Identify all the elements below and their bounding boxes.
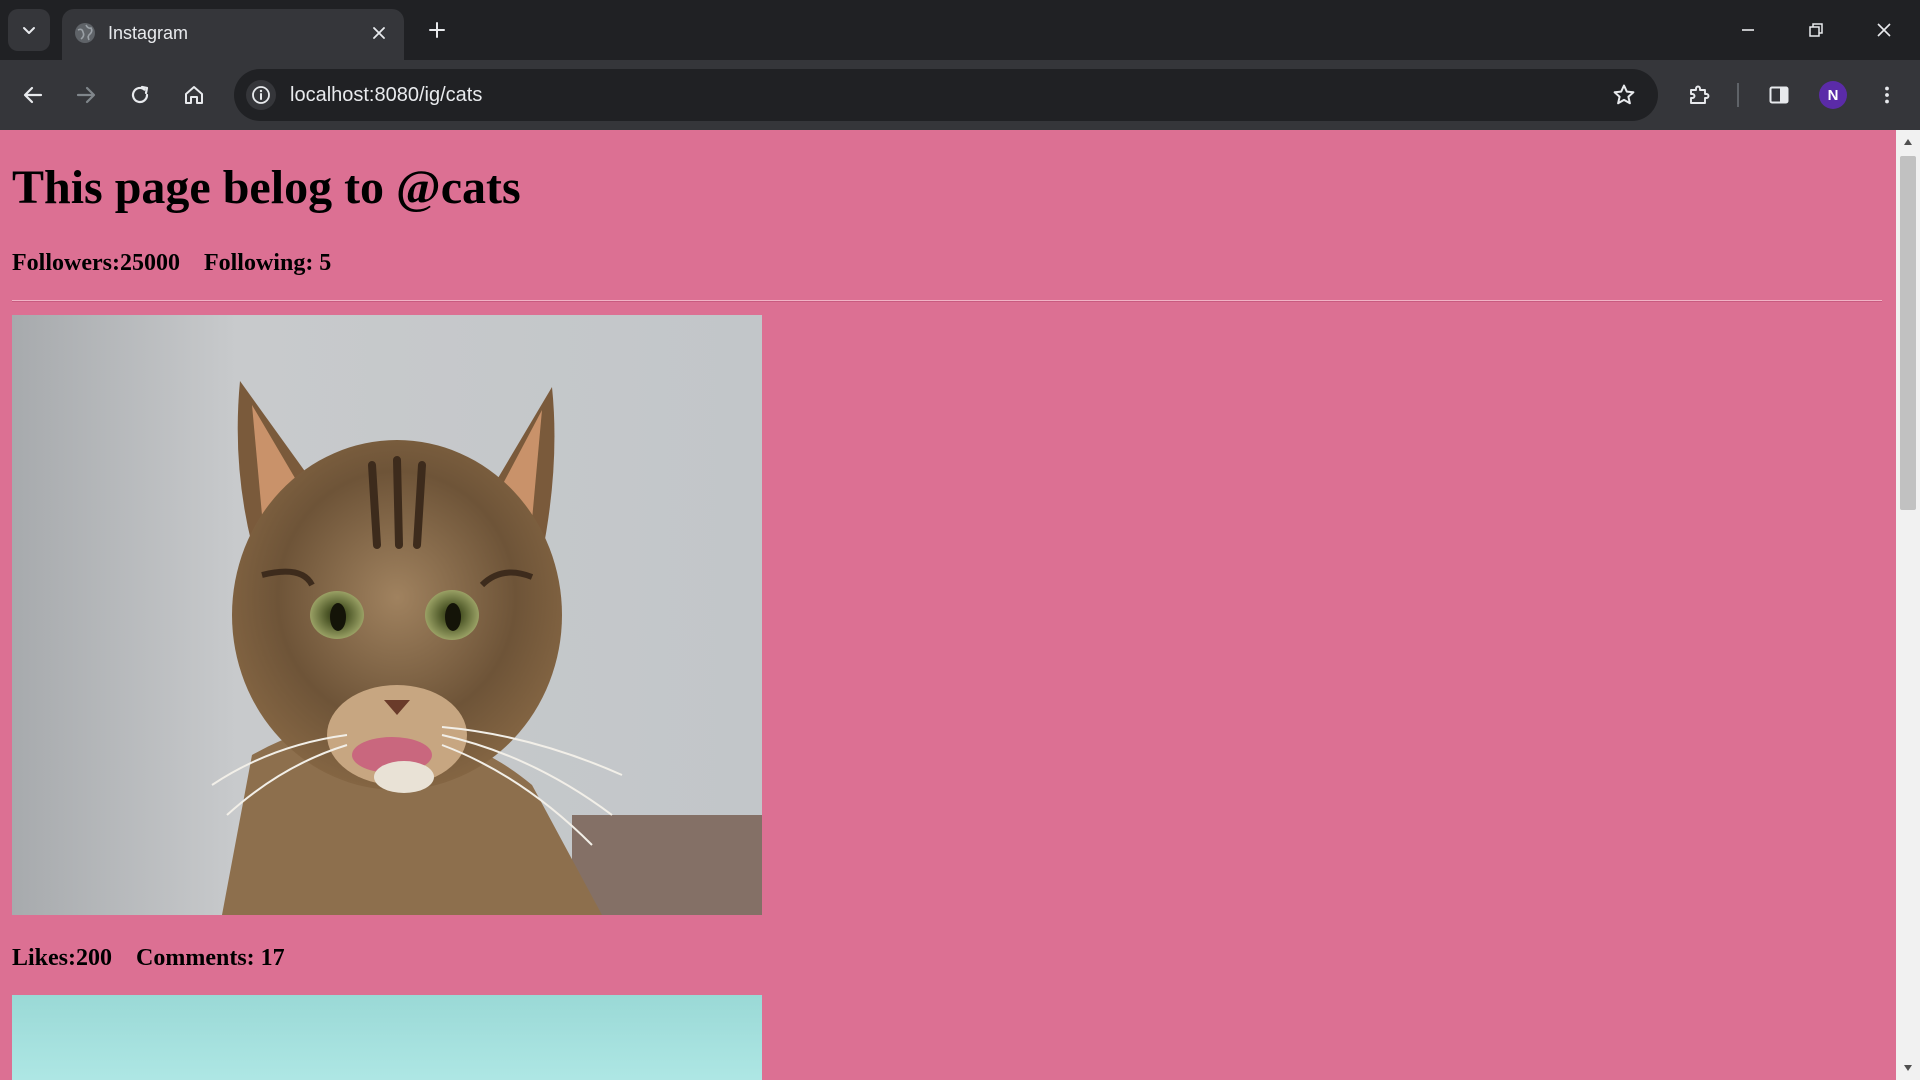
info-icon (252, 86, 270, 104)
toolbar-divider (1737, 83, 1739, 107)
post-image-cat (12, 315, 762, 915)
reload-button[interactable] (121, 76, 159, 114)
browser-menu-button[interactable] (1868, 76, 1906, 114)
window-close-button[interactable] (1850, 0, 1918, 60)
scrollbar-thumb[interactable] (1900, 156, 1916, 510)
star-icon (1613, 84, 1635, 105)
bookmark-button[interactable] (1610, 81, 1638, 109)
profile-avatar[interactable]: N (1819, 81, 1847, 109)
page-content: This page belog to @cats Followers:25000… (0, 130, 1896, 1080)
close-icon (1877, 23, 1891, 37)
browser-toolbar: localhost:8080/ig/cats N (0, 60, 1920, 130)
puzzle-icon (1690, 85, 1710, 104)
side-panel-button[interactable] (1760, 76, 1798, 114)
chevron-down-icon (23, 27, 35, 34)
page-title: This page belog to @cats (12, 161, 521, 214)
divider (12, 300, 1882, 302)
post-stats: Likes:200 Comments: 17 (12, 943, 285, 973)
tab-strip: Instagram (0, 0, 1920, 60)
plus-icon (429, 22, 445, 38)
restore-icon (1809, 23, 1823, 37)
kebab-menu-icon (1885, 86, 1889, 104)
triangle-down-icon (1904, 1065, 1912, 1071)
back-button[interactable] (14, 76, 52, 114)
restore-button[interactable] (1782, 0, 1850, 60)
page-scrollbar[interactable] (1896, 130, 1920, 1080)
scroll-up-button[interactable] (1896, 132, 1920, 152)
home-icon (185, 86, 203, 104)
address-bar[interactable]: localhost:8080/ig/cats (234, 69, 1658, 121)
tab-title: Instagram (108, 23, 189, 43)
url-text[interactable]: localhost:8080/ig/cats (290, 83, 482, 107)
arrow-left-icon (23, 86, 43, 104)
tab-close-button[interactable] (366, 20, 392, 46)
home-button[interactable] (175, 76, 213, 114)
likes-count: Likes:200 (12, 945, 113, 971)
triangle-up-icon (1904, 139, 1912, 145)
following-count: Following: 5 (203, 250, 332, 276)
forward-button[interactable] (67, 76, 105, 114)
followers-count: Followers:25000 (12, 250, 180, 276)
minimize-button[interactable] (1714, 0, 1782, 60)
globe-icon (75, 23, 95, 43)
extensions-button[interactable] (1680, 76, 1718, 114)
comments-count: Comments: 17 (136, 945, 285, 971)
side-panel-icon (1769, 86, 1789, 104)
tab-search-button[interactable] (8, 9, 50, 51)
reload-icon (131, 85, 149, 104)
post-image-teal (12, 995, 762, 1080)
page-viewport: This page belog to @cats Followers:25000… (0, 130, 1920, 1080)
new-tab-button[interactable] (420, 13, 454, 47)
teal-photo (12, 995, 762, 1080)
close-icon (373, 27, 385, 39)
arrow-right-icon (76, 86, 96, 104)
profile-stats: Followers:25000 Following: 5 (12, 248, 331, 278)
site-info-button[interactable] (246, 80, 276, 110)
scroll-down-button[interactable] (1896, 1058, 1920, 1078)
cat-photo (12, 315, 762, 915)
minimize-icon (1742, 29, 1754, 31)
tab-instagram[interactable]: Instagram (62, 9, 404, 60)
